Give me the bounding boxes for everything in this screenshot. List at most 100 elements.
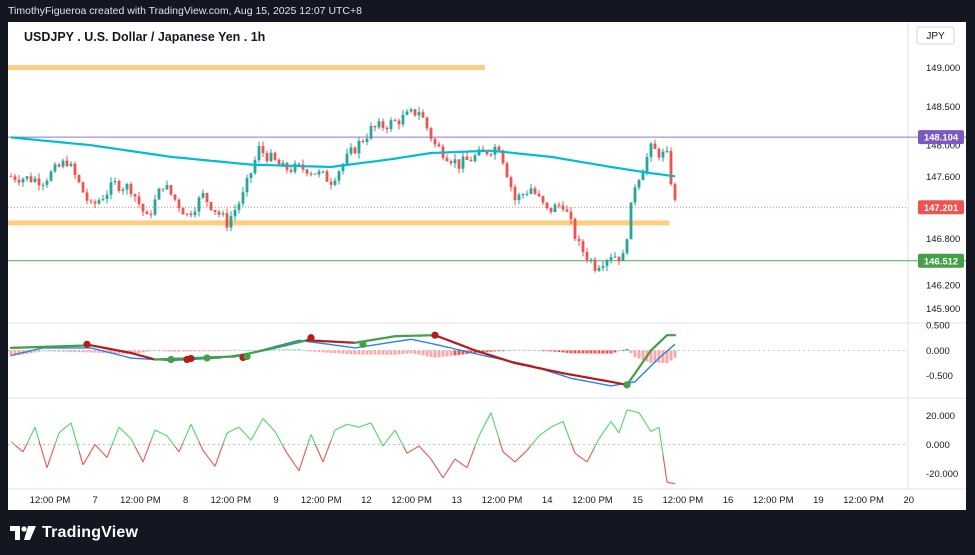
candle-body <box>97 200 101 204</box>
candle-body <box>249 173 253 178</box>
oscillator-line-segment <box>478 427 484 437</box>
candle-body <box>77 175 81 183</box>
macd-histogram-bar <box>321 350 325 353</box>
candle-body <box>89 200 93 202</box>
oscillator-line-segment <box>146 440 152 452</box>
candle-body <box>201 193 205 198</box>
candle-body <box>137 196 141 205</box>
chart-area[interactable]: USDJPY . U.S. Dollar / Japanese Yen . 1h… <box>8 22 966 510</box>
macd-histogram-bar <box>329 350 333 353</box>
candle-body <box>473 155 477 162</box>
price-axis[interactable]: 149.000148.500148.000147.600147.200146.8… <box>926 63 960 480</box>
macd-histogram-bar <box>577 350 581 354</box>
macd-histogram-bar <box>389 350 393 355</box>
macd-histogram-bar <box>177 350 181 352</box>
cross-signal-dot[interactable] <box>243 352 251 361</box>
candle-body <box>585 252 589 261</box>
oscillator-line-segment <box>658 427 664 455</box>
cross-signal-dot[interactable] <box>187 354 195 363</box>
oscillator-line-segment <box>354 425 360 428</box>
cross-signal-dot[interactable] <box>83 340 91 348</box>
time-tick-label: 12:00 PM <box>843 495 884 506</box>
macd-histogram-bar <box>673 350 677 358</box>
macd-histogram-bar <box>549 350 553 352</box>
candle-body <box>161 188 165 190</box>
attribution-bar: TimothyFigueroa created with TradingView… <box>0 0 975 22</box>
oscillator-line-segment <box>254 425 260 434</box>
oscillator-line-segment <box>62 425 68 431</box>
macd-histogram-bar <box>533 350 537 351</box>
oscillator-line-segment <box>310 434 316 444</box>
candle-body <box>333 180 337 185</box>
macd-histogram-bar <box>637 350 641 359</box>
macd-histogram-bar <box>141 350 145 353</box>
oscillator-line-segment <box>246 435 252 441</box>
cross-signal-dot[interactable] <box>167 355 175 364</box>
oscillator-line-segment <box>662 454 668 483</box>
candle-body <box>505 163 509 178</box>
candle-body <box>389 120 393 130</box>
macd-histogram-bar <box>449 350 453 356</box>
candle-body <box>417 112 421 116</box>
macd-line <box>10 338 676 387</box>
oscillator-line-segment <box>118 426 124 432</box>
macd-histogram-bar <box>381 350 385 355</box>
cross-signal-dot[interactable] <box>307 334 315 342</box>
oscillator-line-segment <box>374 430 380 439</box>
candle-body <box>617 256 621 262</box>
oscillator-line-segment <box>298 458 304 471</box>
price-tick-label: 149.000 <box>926 63 960 74</box>
cross-signal-dot[interactable] <box>359 340 367 348</box>
oscillator-line-segment <box>170 440 176 447</box>
macd-histogram-bar <box>37 350 41 352</box>
oscillator-line-segment <box>18 447 24 453</box>
macd-histogram-bar <box>601 350 605 354</box>
candle-body <box>469 159 473 162</box>
macd-histogram-bar <box>441 350 445 357</box>
currency-button[interactable]: JPY <box>916 26 955 45</box>
candle-body <box>609 257 613 261</box>
tradingview-logo[interactable]: TradingView <box>10 524 138 542</box>
oscillator-line-segment <box>414 445 420 449</box>
macd-histogram-bar <box>669 350 673 361</box>
macd-histogram-bar <box>589 350 593 354</box>
candle-body <box>65 160 69 166</box>
oscillator-line-segment <box>282 445 288 454</box>
candle-body <box>629 202 633 240</box>
oscillator-line-segment <box>578 455 584 460</box>
oscillator-line-segment <box>422 449 428 456</box>
macd-histogram-bar <box>537 350 541 352</box>
oscillator-line-segment <box>322 451 328 463</box>
oscillator-line-segment <box>94 444 100 450</box>
oscillator-line-segment <box>566 431 572 443</box>
cross-signal-dot[interactable] <box>431 331 439 339</box>
currency-label: JPY <box>926 31 945 42</box>
macd-histogram-bar <box>193 350 197 352</box>
candle-body <box>165 185 169 190</box>
candle-body <box>41 184 45 186</box>
candle-body <box>197 197 201 212</box>
time-tick-label: 12 <box>361 495 372 506</box>
oscillator-line-segment <box>434 465 440 472</box>
oscillator-line-segment <box>82 457 88 466</box>
chart-canvas[interactable]: USDJPY . U.S. Dollar / Japanese Yen . 1h… <box>8 22 966 510</box>
candle-body <box>53 164 57 172</box>
candle-body <box>273 152 277 160</box>
macd-histogram-bar <box>249 350 253 352</box>
oscillator-line-segment <box>642 418 648 426</box>
candle-body <box>117 180 121 191</box>
candle-body <box>149 214 153 216</box>
oscillator-line-segment <box>106 447 112 458</box>
cross-signal-dot[interactable] <box>623 381 631 389</box>
cross-signal-dot[interactable] <box>203 354 211 362</box>
oscillator-line-segment <box>394 429 400 439</box>
oscillator-line-segment <box>230 428 236 432</box>
macd-histogram-bar <box>277 349 281 351</box>
macd-histogram-bar <box>597 350 601 354</box>
macd-histogram-bar <box>197 350 201 352</box>
candle-body <box>33 178 37 183</box>
macd-histogram-bar <box>529 349 533 351</box>
macd-histogram-bar <box>153 350 157 352</box>
candle-body <box>573 219 577 239</box>
time-axis[interactable]: 12:00 PM 7 12:00 PM 8 12:00 PM 9 12:00 PM 12 12:… <box>30 495 914 506</box>
